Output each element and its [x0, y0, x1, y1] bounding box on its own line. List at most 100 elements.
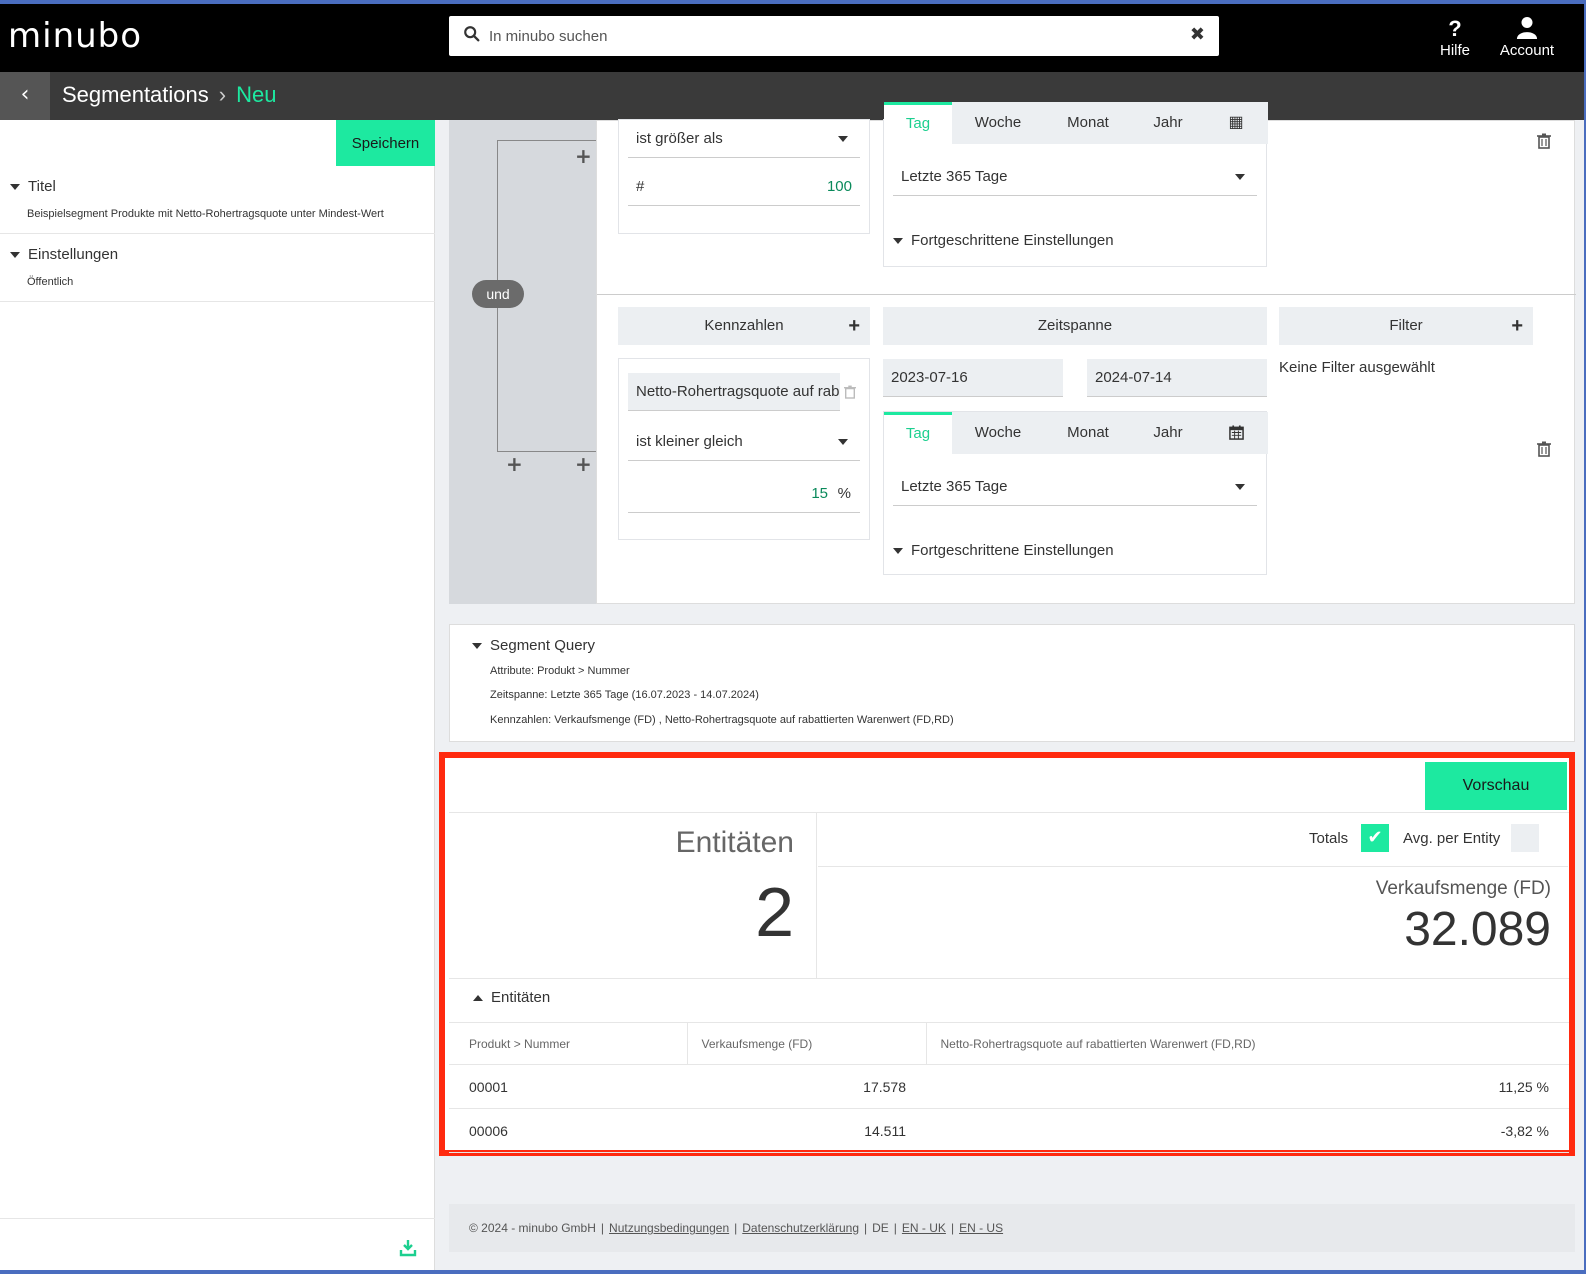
add-filter-plus-icon[interactable]: +	[1511, 307, 1523, 345]
rule1-timespan-box: Tag Woche Monat Jahr ▦ Letzte 365 Tage F…	[883, 102, 1268, 267]
privacy-link[interactable]: Datenschutzerklärung	[742, 1221, 859, 1235]
help-button[interactable]: ? Hilfe	[1430, 16, 1480, 59]
account-button[interactable]: Account	[1492, 16, 1562, 59]
rule2-operator-select[interactable]: ist kleiner gleich	[628, 423, 860, 461]
preview-button[interactable]: Vorschau	[1425, 762, 1567, 810]
help-icon: ?	[1448, 16, 1462, 41]
settings-value: Öffentlich	[27, 276, 74, 288]
no-filter-text: Keine Filter ausgewählt	[1279, 359, 1435, 376]
rule2-advanced-toggle[interactable]: Fortgeschrittene Einstellungen	[893, 542, 1114, 559]
add-rule-plus-icon[interactable]: +	[575, 454, 592, 474]
title-section[interactable]: Titel Beispielsegment Produkte mit Netto…	[0, 166, 435, 234]
caret-down-icon	[838, 439, 848, 445]
rule1-operator-select[interactable]: ist größer als	[628, 120, 860, 158]
metric-delete-icon[interactable]	[844, 385, 856, 399]
save-button[interactable]: Speichern	[336, 120, 435, 166]
date-from-input[interactable]: 2023-07-16	[883, 359, 1063, 397]
rule2-value-input[interactable]: 15%	[628, 475, 860, 513]
footer-separator: |	[950, 1221, 955, 1235]
tab-tag[interactable]: Tag	[884, 412, 952, 454]
cell-sales-quantity: 17.578	[687, 1064, 926, 1109]
cell-margin-ratio: 11,25 %	[926, 1064, 1569, 1109]
segment-query-title: Segment Query	[490, 637, 596, 654]
help-label: Hilfe	[1439, 42, 1470, 59]
breadcrumb-bar: ‹ Segmentations › Neu	[0, 72, 1584, 120]
tab-tag[interactable]: Tag	[884, 102, 952, 144]
rule1-prefix: #	[636, 178, 645, 195]
add-rule-plus-icon[interactable]: +	[575, 146, 592, 166]
add-group-plus-icon[interactable]: +	[506, 454, 523, 474]
query-timespan-line: Zeitspanne: Letzte 365 Tage (16.07.2023 …	[490, 689, 759, 701]
column-header-product-number[interactable]: Produkt > Nummer	[449, 1022, 687, 1065]
kpi-divider	[818, 866, 1568, 867]
chevron-right-icon: ›	[218, 82, 227, 107]
avg-per-entity-checkbox[interactable]	[1511, 824, 1539, 852]
tab-jahr[interactable]: Jahr	[1132, 102, 1204, 144]
lang-en-uk-link[interactable]: EN - UK	[902, 1221, 946, 1235]
tab-monat[interactable]: Monat	[1044, 412, 1132, 454]
entities-table-toggle[interactable]: Entitäten	[473, 989, 550, 1006]
rule2-metric-box: Netto-Rohertragsquote auf rabattierten W…	[618, 358, 870, 540]
rule1-period-select[interactable]: Letzte 365 Tage	[893, 158, 1257, 196]
rule2-delete-icon[interactable]	[1537, 441, 1551, 457]
caret-down-icon	[893, 238, 903, 245]
settings-section-header[interactable]: Einstellungen	[10, 246, 118, 263]
global-search[interactable]: ✖	[449, 16, 1219, 56]
calendar-icon[interactable]: ▦	[1204, 102, 1268, 144]
table-row[interactable]: 00001 17.578 11,25 %	[449, 1064, 1569, 1109]
account-label: Account	[1499, 42, 1555, 59]
minubo-logo[interactable]: minubo	[8, 16, 142, 56]
zeitspanne-header: Zeitspanne	[883, 307, 1267, 345]
settings-section[interactable]: Einstellungen Öffentlich	[0, 234, 435, 302]
title-section-header[interactable]: Titel	[10, 178, 56, 195]
column-header-margin-ratio[interactable]: Netto-Rohertragsquote auf rabattierten W…	[925, 1022, 1569, 1065]
rule2-metric-value: Netto-Rohertragsquote auf rabattierten W…	[636, 383, 840, 400]
cell-sales-quantity: 14.511	[687, 1108, 926, 1153]
terms-link[interactable]: Nutzungsbedingungen	[609, 1221, 729, 1235]
clear-search-icon[interactable]: ✖	[1190, 24, 1205, 45]
download-icon[interactable]	[398, 1238, 418, 1258]
segment-query-toggle[interactable]: Segment Query	[472, 637, 595, 654]
entities-count: 2	[755, 873, 794, 951]
tab-woche[interactable]: Woche	[952, 102, 1044, 144]
rule1-metric-box: ist größer als #100	[618, 119, 870, 234]
totals-label: Totals	[1309, 830, 1349, 847]
title-section-label: Titel	[28, 178, 56, 195]
tab-monat[interactable]: Monat	[1044, 102, 1132, 144]
rule2-operator-value: ist kleiner gleich	[636, 433, 743, 450]
table-row[interactable]: 00006 14.511 -3,82 %	[449, 1108, 1569, 1153]
filter-header: Filter +	[1279, 307, 1533, 345]
add-metric-plus-icon[interactable]: +	[848, 307, 860, 345]
query-metrics-line: Kennzahlen: Verkaufsmenge (FD) , Netto-R…	[490, 714, 954, 726]
entities-summary: Entitäten 2	[449, 812, 817, 978]
rule2-advanced-label: Fortgeschrittene Einstellungen	[911, 542, 1114, 559]
lang-de: DE	[872, 1221, 889, 1235]
caret-up-icon	[473, 995, 483, 1002]
date-to-input[interactable]: 2024-07-14	[1087, 359, 1267, 397]
filter-label: Filter	[1389, 317, 1423, 334]
kpi-label: Verkaufsmenge (FD)	[1375, 878, 1551, 899]
search-input[interactable]	[489, 16, 1179, 56]
and-operator-pill[interactable]: und	[472, 280, 524, 308]
rule2-period-select[interactable]: Letzte 365 Tage	[893, 468, 1257, 506]
rule1-advanced-label: Fortgeschrittene Einstellungen	[911, 232, 1114, 249]
calendar-icon[interactable]	[1204, 412, 1268, 454]
lang-en-us-link[interactable]: EN - US	[959, 1221, 1003, 1235]
tab-jahr[interactable]: Jahr	[1132, 412, 1204, 454]
rule1-advanced-toggle[interactable]: Fortgeschrittene Einstellungen	[893, 232, 1114, 249]
totals-checkbox[interactable]: ✔	[1361, 824, 1389, 852]
search-icon	[464, 26, 480, 42]
avg-per-entity-label: Avg. per Entity	[1403, 830, 1501, 847]
rule2-metric-chip[interactable]: Netto-Rohertragsquote auf rabattierten W…	[628, 373, 840, 411]
rule1-operator-value: ist größer als	[636, 130, 723, 147]
settings-section-label: Einstellungen	[28, 246, 119, 263]
breadcrumb-parent[interactable]: Segmentations	[62, 82, 209, 107]
back-button[interactable]: ‹	[0, 72, 50, 120]
tab-woche[interactable]: Woche	[952, 412, 1044, 454]
rules-area: ist größer als #100 Tag Woche Monat Jahr…	[596, 102, 1576, 604]
rule1-delete-icon[interactable]	[1537, 133, 1551, 149]
rule1-value-input[interactable]: #100	[628, 168, 860, 206]
logo-text: minubo	[8, 16, 143, 56]
kennzahlen-header: Kennzahlen +	[618, 307, 870, 345]
column-header-sales-quantity[interactable]: Verkaufsmenge (FD)	[686, 1022, 926, 1065]
